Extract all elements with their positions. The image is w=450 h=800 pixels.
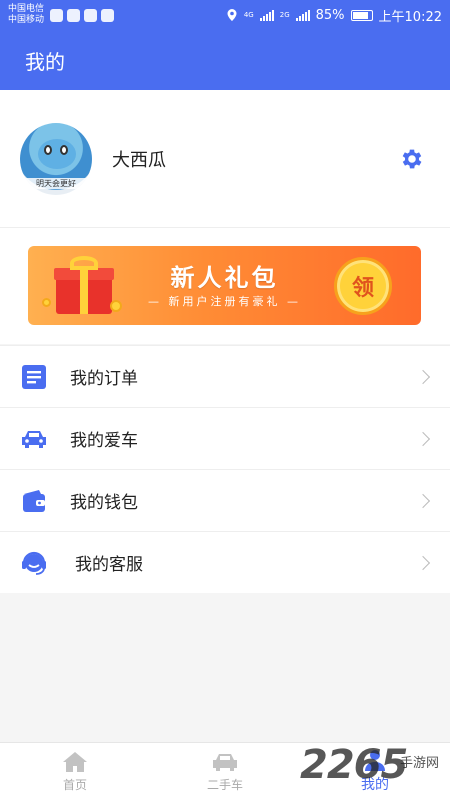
status-bar: 中国电信 中国移动 4G 2G 85% 上午10:22 — [0, 0, 450, 30]
avatar-face — [38, 138, 76, 169]
signal-2-label: 2G — [279, 11, 290, 19]
order-list-icon — [20, 363, 48, 391]
notification-icon — [101, 8, 115, 22]
avatar-eye — [60, 144, 68, 155]
car-icon — [20, 425, 48, 453]
chevron-right-icon — [415, 369, 431, 384]
clock: 上午10:22 — [378, 9, 442, 25]
avatar[interactable]: 明天会更好 — [20, 122, 92, 195]
wallet-icon — [20, 487, 48, 515]
menu-item-my-car[interactable]: 我的爱车 — [0, 407, 450, 469]
battery-percent: 85% — [315, 7, 345, 23]
nav-mine[interactable]: 我的 — [300, 743, 450, 800]
notification-icon — [67, 8, 81, 22]
signal-icon — [295, 9, 310, 21]
menu-item-label: 我的订单 — [70, 369, 138, 389]
menu-item-wallet[interactable]: 我的钱包 — [0, 469, 450, 531]
location-icon — [227, 9, 237, 21]
notification-icons — [50, 8, 115, 22]
banner-section: 新人礼包 — 新用户注册有豪礼 — 领 — [0, 228, 450, 344]
headset-icon — [20, 549, 48, 577]
menu-item-label: 我的钱包 — [70, 493, 138, 513]
home-icon — [63, 751, 87, 772]
gear-icon — [402, 149, 422, 168]
menu-item-label: 我的爱车 — [70, 431, 138, 451]
profile-card[interactable]: 明天会更好 大西瓜 — [0, 90, 450, 228]
signal-icon — [259, 9, 274, 21]
nav-used-cars[interactable]: 二手车 — [150, 743, 300, 800]
avatar-eye — [44, 144, 52, 155]
nav-label: 二手车 — [206, 777, 243, 792]
user-icon — [365, 750, 385, 771]
menu-item-customer-service[interactable]: 我的客服 — [0, 531, 450, 593]
status-right: 4G 2G 85% 上午10:22 — [226, 6, 442, 25]
chevron-right-icon — [415, 555, 431, 570]
signal-1-label: 4G — [243, 11, 254, 19]
settings-button[interactable] — [398, 145, 426, 173]
claim-button[interactable]: 领 — [334, 257, 392, 315]
page-title: 我的 — [25, 49, 65, 74]
avatar-caption: 明天会更好 — [20, 177, 92, 189]
carrier-1: 中国电信 — [8, 4, 45, 14]
notification-icon — [84, 8, 98, 22]
new-user-gift-banner[interactable]: 新人礼包 — 新用户注册有豪礼 — 领 — [28, 246, 421, 325]
app-header: 我的 — [0, 30, 450, 90]
battery-icon — [350, 9, 373, 21]
carrier-info: 中国电信 中国移动 — [8, 4, 44, 26]
username: 大西瓜 — [112, 149, 166, 171]
bottom-nav: 首页 二手车 我的 — [0, 742, 450, 800]
nav-label: 首页 — [62, 777, 87, 792]
menu-item-orders[interactable]: 我的订单 — [0, 345, 450, 407]
carrier-2: 中国移动 — [8, 15, 45, 25]
chevron-right-icon — [415, 431, 431, 446]
menu-list: 我的订单 我的爱车 我的钱包 我的客服 — [0, 345, 450, 593]
notification-icon — [50, 8, 64, 22]
menu-item-label: 我的客服 — [75, 555, 143, 575]
car-icon — [213, 753, 237, 771]
nav-home[interactable]: 首页 — [0, 743, 150, 800]
nav-label: 我的 — [361, 777, 389, 793]
chevron-right-icon — [415, 493, 431, 508]
